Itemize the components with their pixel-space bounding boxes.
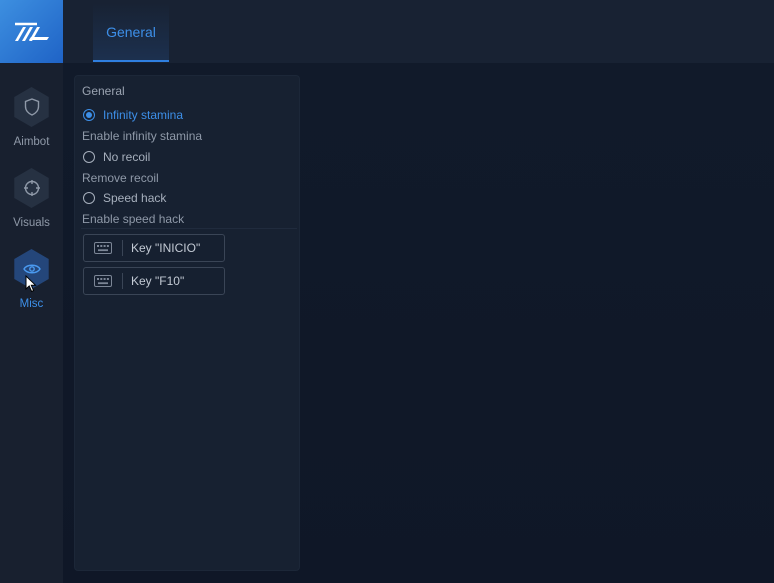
option-infinity-stamina-description: Enable infinity stamina: [82, 129, 203, 143]
mouse-cursor-icon: [25, 275, 37, 293]
crosshair-icon: [23, 180, 40, 196]
option-speed-hack-description: Enable speed hack: [82, 212, 185, 226]
option-speed-hack-label: Speed hack: [103, 191, 167, 205]
option-infinity-stamina[interactable]: Infinity stamina: [83, 106, 183, 124]
sidebar: Aimbot Visuals Misc: [0, 63, 63, 583]
radio-no-recoil[interactable]: [83, 151, 95, 163]
app-window: General Aimbot Visuals Misc General Infi…: [0, 0, 774, 583]
sidebar-item-visuals[interactable]: Visuals: [0, 164, 63, 240]
sidebar-item-aimbot-hex: [14, 87, 49, 127]
general-panel: General Infinity stamina Enable infinity…: [74, 75, 300, 571]
keybind-f10-label: Key "F10": [131, 274, 185, 288]
app-logo: [0, 0, 63, 63]
tab-general[interactable]: General: [93, 3, 169, 62]
option-speed-hack[interactable]: Speed hack: [83, 189, 166, 207]
radio-speed-hack[interactable]: [83, 192, 95, 204]
option-no-recoil[interactable]: No recoil: [83, 148, 150, 166]
option-no-recoil-description: Remove recoil: [82, 171, 159, 185]
option-no-recoil-label: No recoil: [103, 150, 151, 164]
eye-icon: [22, 264, 41, 274]
logo-icon: [14, 22, 49, 41]
sidebar-item-aimbot[interactable]: Aimbot: [0, 83, 63, 159]
sidebar-item-misc-label: Misc: [19, 298, 44, 310]
keybind-f10-button[interactable]: Key "F10": [83, 267, 225, 295]
keyboard-icon: [84, 240, 123, 256]
keybind-inicio-label: Key "INICIO": [131, 241, 201, 255]
sidebar-item-aimbot-label: Aimbot: [13, 136, 50, 148]
panel-title: General: [82, 84, 125, 98]
option-infinity-stamina-label: Infinity stamina: [103, 108, 184, 122]
sidebar-item-visuals-hex: [14, 168, 49, 208]
keybind-inicio-button[interactable]: Key "INICIO": [83, 234, 225, 262]
tab-general-label: General: [106, 23, 156, 40]
shield-icon: [24, 98, 39, 116]
keyboard-icon: [84, 273, 123, 289]
top-tab-bar: General: [63, 0, 774, 64]
panel-divider: [81, 228, 297, 229]
sidebar-item-visuals-label: Visuals: [13, 217, 50, 229]
radio-infinity-stamina[interactable]: [83, 109, 95, 121]
